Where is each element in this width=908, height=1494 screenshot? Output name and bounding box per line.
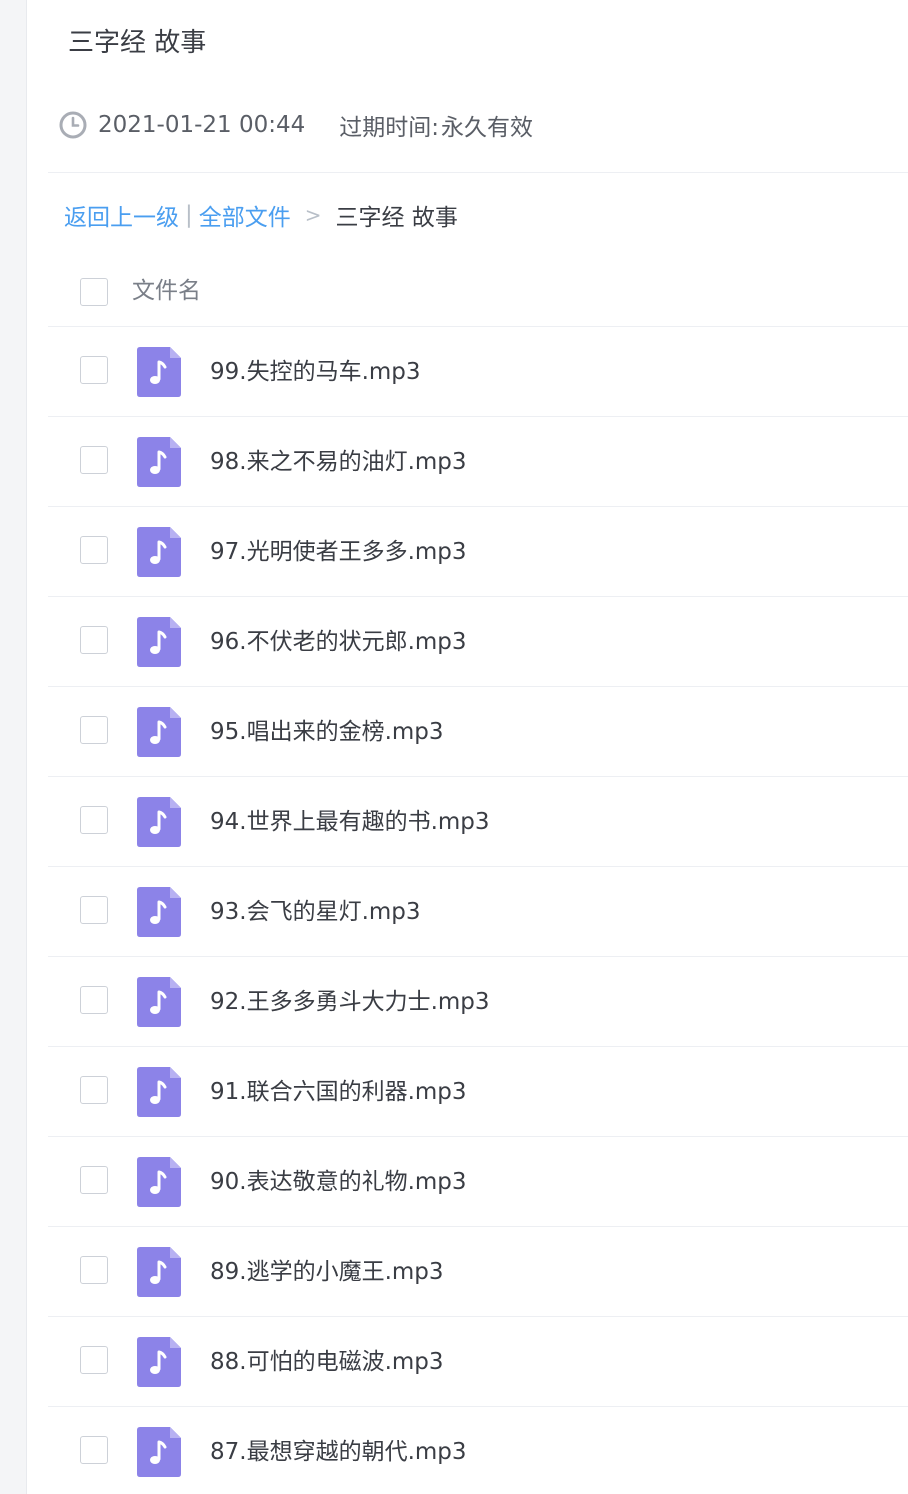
file-row[interactable]: 91.联合六国的利器.mp3	[48, 1047, 908, 1137]
file-name[interactable]: 98.来之不易的油灯.mp3	[210, 443, 467, 481]
file-checkbox[interactable]	[80, 986, 108, 1014]
file-checkbox[interactable]	[80, 806, 108, 834]
file-checkbox[interactable]	[80, 1436, 108, 1464]
breadcrumb: 返回上一级 | 全部文件 > 三字经 故事	[64, 196, 458, 234]
file-row[interactable]: 89.逃学的小魔王.mp3	[48, 1227, 908, 1317]
music-file-icon	[137, 1427, 181, 1477]
file-name[interactable]: 95.唱出来的金榜.mp3	[210, 713, 444, 751]
file-row[interactable]: 88.可怕的电磁波.mp3	[48, 1317, 908, 1407]
file-checkbox[interactable]	[80, 626, 108, 654]
music-file-icon	[137, 707, 181, 757]
file-checkbox[interactable]	[80, 356, 108, 384]
file-list: 99.失控的马车.mp3 98.来之不易的油灯.mp3 97.光明使者王多多.mp3…	[48, 327, 908, 1494]
clock-icon	[59, 111, 87, 139]
expire-value: 永久有效	[441, 115, 534, 141]
music-file-icon	[137, 617, 181, 667]
back-link[interactable]: 返回上一级	[64, 198, 179, 232]
music-file-icon	[137, 977, 181, 1027]
file-row[interactable]: 99.失控的马车.mp3	[48, 327, 908, 417]
share-meta: 2021-01-21 00:44 过期时间: 永久有效	[58, 106, 533, 144]
file-row[interactable]: 92.王多多勇斗大力士.mp3	[48, 957, 908, 1047]
file-name[interactable]: 88.可怕的电磁波.mp3	[210, 1343, 444, 1381]
music-file-icon	[137, 437, 181, 487]
all-files-link[interactable]: 全部文件	[199, 198, 291, 232]
file-list-header: 文件名	[48, 256, 908, 327]
file-name[interactable]: 93.会飞的星灯.mp3	[210, 893, 421, 931]
file-row[interactable]: 98.来之不易的油灯.mp3	[48, 417, 908, 507]
share-page: 三字经 故事 2021-01-21 00:44 过期时间: 永久有效 返回上一级…	[0, 0, 908, 1494]
file-name[interactable]: 90.表达敬意的礼物.mp3	[210, 1163, 467, 1201]
share-date: 2021-01-21 00:44	[98, 112, 306, 138]
page-title: 三字经 故事	[68, 28, 207, 58]
file-row[interactable]: 87.最想穿越的朝代.mp3	[48, 1407, 908, 1494]
file-name[interactable]: 99.失控的马车.mp3	[210, 353, 421, 391]
music-file-icon	[137, 887, 181, 937]
file-row[interactable]: 96.不伏老的状元郎.mp3	[48, 597, 908, 687]
music-file-icon	[137, 1247, 181, 1297]
file-name[interactable]: 91.联合六国的利器.mp3	[210, 1073, 467, 1111]
music-file-icon	[137, 1067, 181, 1117]
divider	[48, 172, 908, 173]
expire-label: 过期时间:	[339, 115, 440, 141]
breadcrumb-current: 三字经 故事	[335, 205, 458, 231]
file-name[interactable]: 92.王多多勇斗大力士.mp3	[210, 983, 490, 1021]
breadcrumb-separator: |	[185, 202, 193, 228]
file-name[interactable]: 96.不伏老的状元郎.mp3	[210, 623, 467, 661]
file-name[interactable]: 87.最想穿越的朝代.mp3	[210, 1433, 467, 1471]
file-checkbox[interactable]	[80, 1076, 108, 1104]
file-row[interactable]: 97.光明使者王多多.mp3	[48, 507, 908, 597]
breadcrumb-arrow: >	[304, 203, 322, 227]
file-checkbox[interactable]	[80, 1256, 108, 1284]
file-checkbox[interactable]	[80, 716, 108, 744]
music-file-icon	[137, 1337, 181, 1387]
left-sidebar-strip	[0, 0, 27, 1494]
file-checkbox[interactable]	[80, 1166, 108, 1194]
file-row[interactable]: 95.唱出来的金榜.mp3	[48, 687, 908, 777]
file-row[interactable]: 93.会飞的星灯.mp3	[48, 867, 908, 957]
select-all-checkbox[interactable]	[80, 278, 108, 306]
file-name[interactable]: 89.逃学的小魔王.mp3	[210, 1253, 444, 1291]
file-checkbox[interactable]	[80, 446, 108, 474]
file-checkbox[interactable]	[80, 896, 108, 924]
file-name[interactable]: 94.世界上最有趣的书.mp3	[210, 803, 490, 841]
music-file-icon	[137, 347, 181, 397]
file-row[interactable]: 90.表达敬意的礼物.mp3	[48, 1137, 908, 1227]
file-row[interactable]: 94.世界上最有趣的书.mp3	[48, 777, 908, 867]
music-file-icon	[137, 1157, 181, 1207]
music-file-icon	[137, 797, 181, 847]
file-checkbox[interactable]	[80, 1346, 108, 1374]
file-name[interactable]: 97.光明使者王多多.mp3	[210, 533, 467, 571]
file-checkbox[interactable]	[80, 536, 108, 564]
music-file-icon	[137, 527, 181, 577]
column-header-filename: 文件名	[132, 278, 201, 304]
